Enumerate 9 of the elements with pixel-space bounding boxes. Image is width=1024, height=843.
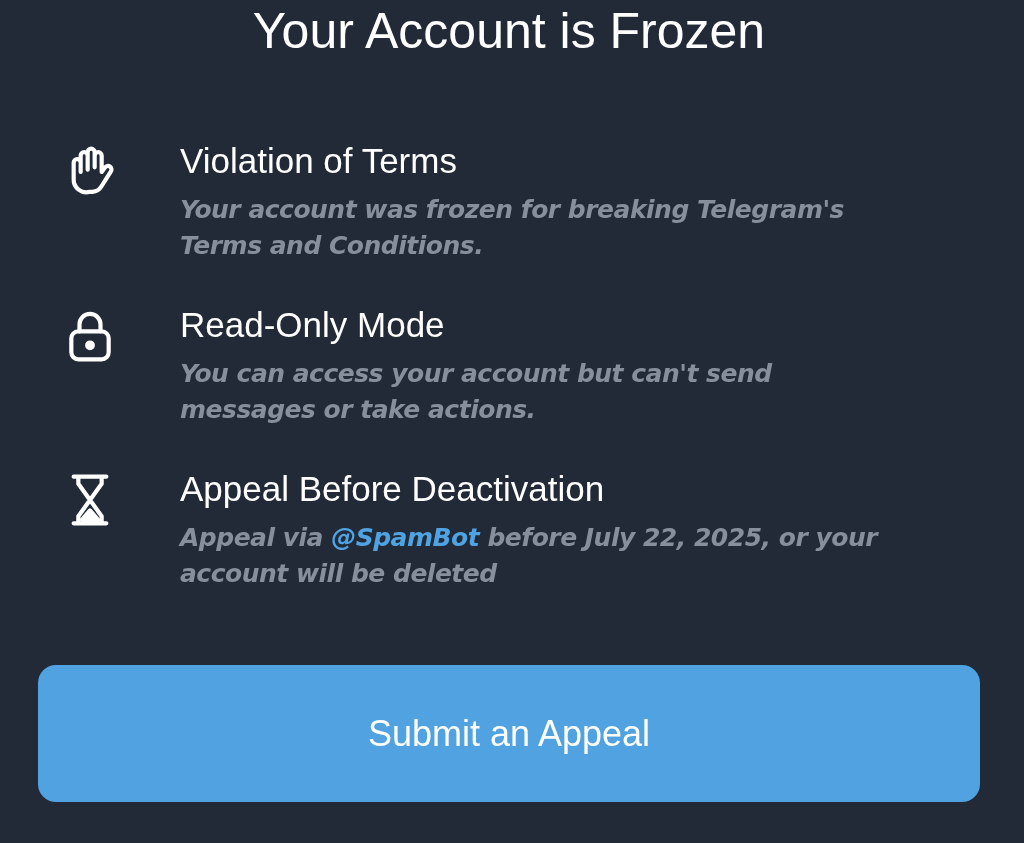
item-description: Your account was frozen for breaking Telegram's Terms and Conditions. (180, 194, 845, 262)
item-heading: Read-Only Mode (180, 304, 446, 346)
spambot-link[interactable]: @SpamBot (331, 523, 480, 552)
item-heading: Violation of Terms (180, 140, 458, 182)
submit-appeal-button[interactable]: Submit an Appeal (38, 665, 980, 802)
item-description: Appeal via @SpamBot before July 22, 2025, or your account will be deleted (180, 522, 880, 590)
item-heading: Appeal Before Deactivation (180, 468, 606, 510)
item-description: You can access your account but can't send messages or take actions. (180, 358, 774, 426)
screen-title: Your Account is Frozen (251, 2, 767, 60)
